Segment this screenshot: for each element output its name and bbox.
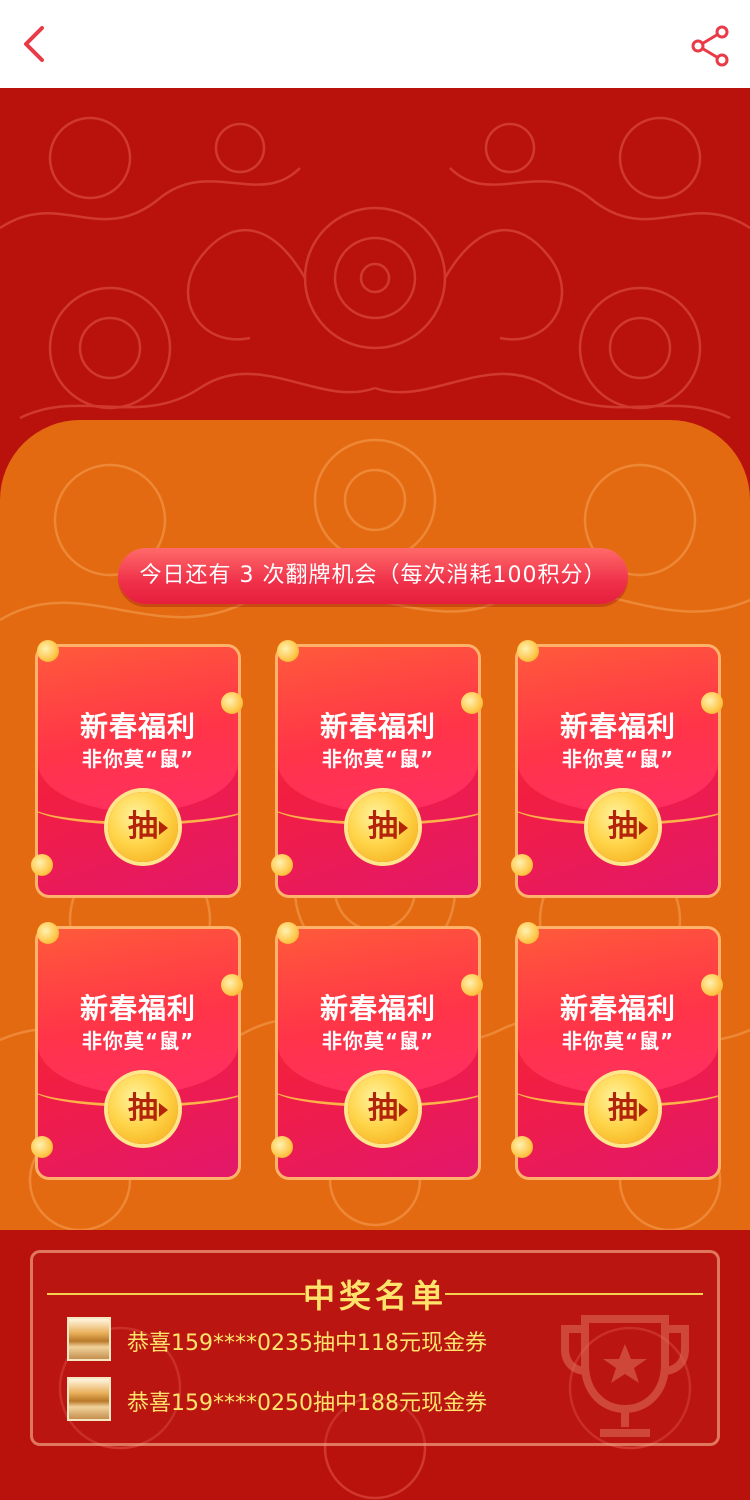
card-title: 新春福利 bbox=[319, 710, 436, 743]
gold-curl-icon bbox=[221, 692, 243, 714]
card-subtitle: 非你莫“鼠” bbox=[81, 1029, 195, 1053]
gold-curl-icon bbox=[511, 1136, 533, 1158]
winner-text: 恭喜159****0250抽中188元现金券 bbox=[127, 1391, 487, 1416]
gold-curl-icon bbox=[701, 692, 723, 714]
card-subtitle: 非你莫“鼠” bbox=[81, 747, 195, 771]
card-subtitle: 非你莫“鼠” bbox=[561, 1029, 675, 1053]
gold-curl-icon bbox=[701, 974, 723, 996]
winner-text: 恭喜159****0235抽中118元现金券 bbox=[127, 1331, 487, 1356]
envelope-body: 新春福利 非你莫“鼠” 抽 bbox=[35, 644, 241, 898]
card-title: 新春福利 bbox=[79, 992, 196, 1025]
gold-curl-icon bbox=[461, 692, 483, 714]
winners-list-panel: 中奖名单 恭喜159****0235抽中118元现金券 恭喜159****025… bbox=[30, 1250, 720, 1446]
gold-curl-icon bbox=[271, 1136, 293, 1158]
red-envelope-card-4[interactable]: 新春福利 非你莫“鼠” 抽 bbox=[31, 922, 243, 1184]
share-button[interactable] bbox=[688, 24, 732, 68]
gold-curl-icon bbox=[511, 854, 533, 876]
play-arrow-icon bbox=[159, 1103, 168, 1117]
red-envelope-card-3[interactable]: 新春福利 非你莫“鼠” 抽 bbox=[511, 640, 723, 902]
draw-coin-button[interactable]: 抽 bbox=[588, 1074, 658, 1144]
gold-curl-icon bbox=[461, 974, 483, 996]
prize-thumbnail bbox=[67, 1317, 111, 1361]
gold-curl-icon bbox=[277, 640, 299, 662]
play-arrow-icon bbox=[639, 1103, 648, 1117]
top-navigation-bar bbox=[0, 0, 750, 88]
draw-chance-banner: 今日还有 3 次翻牌机会（每次消耗100积分） bbox=[118, 548, 628, 604]
trophy-icon bbox=[561, 1315, 689, 1437]
chevron-left-icon bbox=[24, 26, 44, 62]
red-envelope-card-6[interactable]: 新春福利 非你莫“鼠” 抽 bbox=[511, 922, 723, 1184]
gold-curl-icon bbox=[37, 640, 59, 662]
draw-coin-button[interactable]: 抽 bbox=[588, 792, 658, 862]
red-envelope-card-1[interactable]: 新春福利 非你莫“鼠” 抽 bbox=[31, 640, 243, 902]
envelope-body: 新春福利 非你莫“鼠” 抽 bbox=[35, 926, 241, 1180]
gold-curl-icon bbox=[517, 640, 539, 662]
gold-curl-icon bbox=[221, 974, 243, 996]
card-title: 新春福利 bbox=[319, 992, 436, 1025]
card-title: 新春福利 bbox=[559, 992, 676, 1025]
play-arrow-icon bbox=[399, 821, 408, 835]
share-icon bbox=[691, 25, 729, 67]
card-subtitle: 非你莫“鼠” bbox=[321, 747, 435, 771]
red-envelope-card-2[interactable]: 新春福利 非你莫“鼠” 抽 bbox=[271, 640, 483, 902]
red-envelope-card-5[interactable]: 新春福利 非你莫“鼠” 抽 bbox=[271, 922, 483, 1184]
card-title: 新春福利 bbox=[559, 710, 676, 743]
gold-curl-icon bbox=[517, 922, 539, 944]
envelope-body: 新春福利 非你莫“鼠” 抽 bbox=[275, 644, 481, 898]
envelope-body: 新春福利 非你莫“鼠” 抽 bbox=[515, 926, 721, 1180]
envelope-body: 新春福利 非你莫“鼠” 抽 bbox=[515, 644, 721, 898]
gold-curl-icon bbox=[37, 922, 59, 944]
card-subtitle: 非你莫“鼠” bbox=[561, 747, 675, 771]
gold-curl-icon bbox=[31, 1136, 53, 1158]
gold-curl-icon bbox=[277, 922, 299, 944]
play-arrow-icon bbox=[639, 821, 648, 835]
draw-coin-button[interactable]: 抽 bbox=[108, 1074, 178, 1144]
draw-coin-button[interactable]: 抽 bbox=[348, 1074, 418, 1144]
envelope-body: 新春福利 非你莫“鼠” 抽 bbox=[275, 926, 481, 1180]
play-arrow-icon bbox=[399, 1103, 408, 1117]
gold-curl-icon bbox=[31, 854, 53, 876]
draw-coin-button[interactable]: 抽 bbox=[108, 792, 178, 862]
back-button[interactable] bbox=[14, 22, 58, 66]
card-subtitle: 非你莫“鼠” bbox=[321, 1029, 435, 1053]
draw-coin-button[interactable]: 抽 bbox=[348, 792, 418, 862]
prize-thumbnail bbox=[67, 1377, 111, 1421]
gold-curl-icon bbox=[271, 854, 293, 876]
card-title: 新春福利 bbox=[79, 710, 196, 743]
play-arrow-icon bbox=[159, 821, 168, 835]
